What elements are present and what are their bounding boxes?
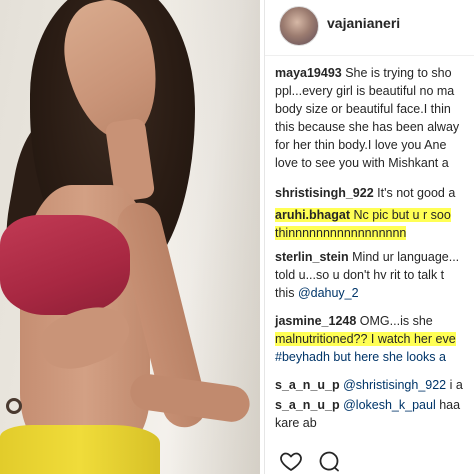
comment-text: told u...so u don't hv rit to talk t [275,268,445,282]
comment-text: Mind ur language... [352,250,460,264]
post-actions [279,448,474,474]
comments-panel: vajanianeri maya19493 She is trying to s… [264,0,474,474]
comment-text: thinnnnnnnnnnnnnnnnn [275,226,407,240]
comment-icon[interactable] [317,449,341,473]
photo-red-top [0,215,130,315]
comment-text: ppl...every girl is beautiful no ma [275,84,455,98]
post-photo[interactable] [0,0,260,474]
comment-mention[interactable]: @lokesh_k_paul [343,398,436,412]
comment-text: i a [449,378,463,392]
post-username[interactable]: vajanianeri [327,15,400,31]
comment-user[interactable]: shristisingh_922 [275,186,374,200]
comment-item-highlighted: aruhi.bhagat Nc pic but u r soo thinnnnn… [275,206,451,242]
post-header: vajanianeri [265,0,474,56]
comment-text[interactable]: #beyhadh but here she looks a [275,350,446,364]
comment-item-highlighted: jasmine_1248 OMG...is she malnutritioned… [275,312,456,366]
avatar[interactable] [279,6,319,46]
comment-text: OMG...is she [359,314,433,328]
comment-user[interactable]: jasmine_1248 [275,314,356,328]
comment-user[interactable]: s_a_n_u_p [275,378,340,392]
comment-user[interactable]: maya19493 [275,66,342,80]
comment-text: She is trying to sho [345,66,452,80]
comment-item: s_a_n_u_p @lokesh_k_paul haa kare ab [275,396,460,432]
comment-text: this because she has been alway [275,120,460,134]
comment-mention[interactable]: @dahuy_2 [298,286,359,300]
comment-item: maya19493 She is trying to sho ppl...eve… [275,64,459,172]
comment-text: It's not good a [377,186,456,200]
photo-yellow-skirt [0,425,160,474]
comment-mention[interactable]: @shristisingh_922 [343,378,446,392]
photo-bracelet [6,398,22,414]
heart-icon[interactable] [279,449,303,473]
comment-text: malnutritioned?? I watch her eve [275,332,456,346]
comment-text: for her thin body.I love you Ane [275,138,447,152]
comment-text: love to see you with Mishkant a [275,156,449,170]
comment-text: body size or beautiful face.I thin [275,102,451,116]
comment-text: Nc pic but u r soo [353,208,451,222]
comment-user[interactable]: s_a_n_u_p [275,398,340,412]
comment-item: sterlin_stein Mind ur language... told u… [275,248,459,302]
comment-item: s_a_n_u_p @shristisingh_922 i a [275,376,463,394]
comment-item: shristisingh_922 It's not good a [275,184,455,202]
comment-user[interactable]: aruhi.bhagat [275,208,350,222]
comment-user[interactable]: sterlin_stein [275,250,349,264]
comment-text: kare ab [275,416,317,430]
comment-text: this [275,286,295,300]
comment-text: haa [439,398,461,412]
